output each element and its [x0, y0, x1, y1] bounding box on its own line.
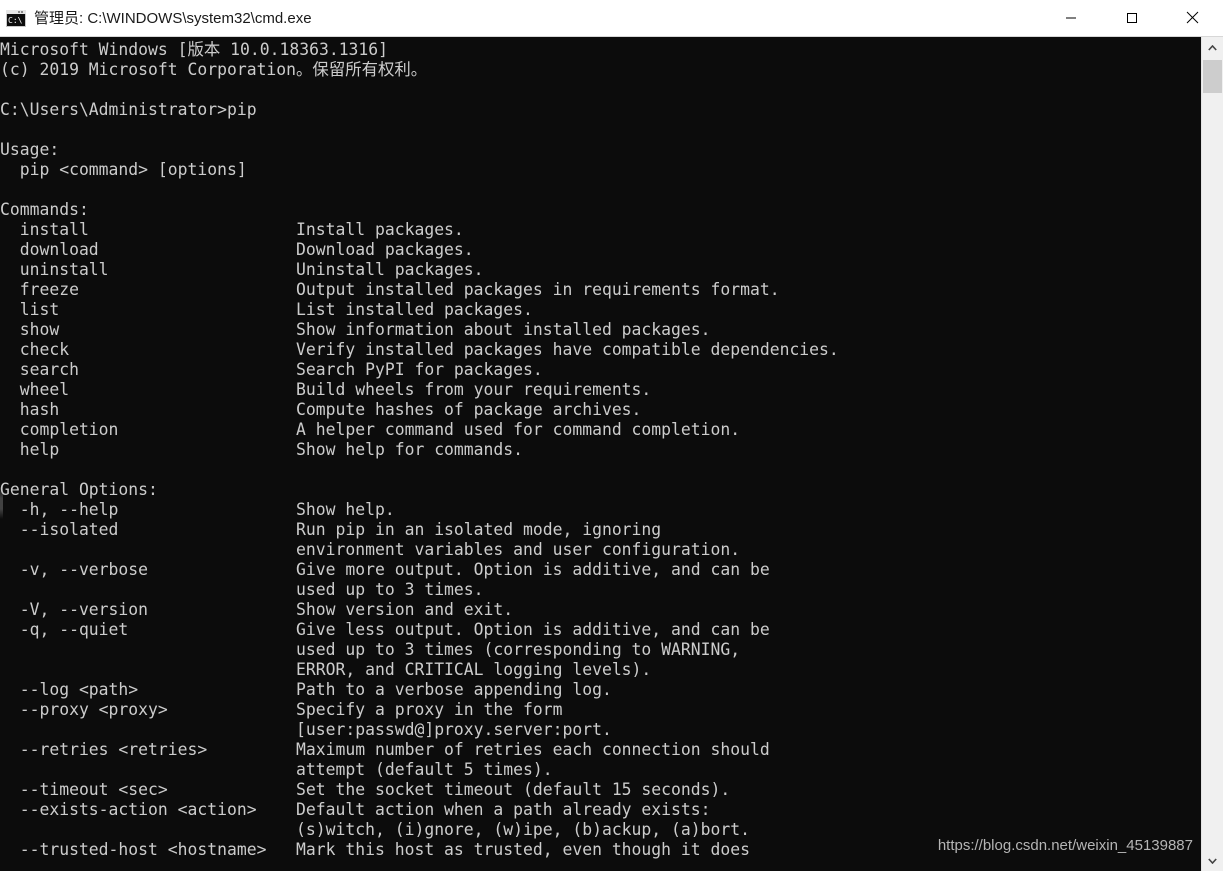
scrollbar-thumb[interactable]	[1203, 60, 1222, 93]
console-text: Microsoft Windows [版本 10.0.18363.1316] (…	[0, 40, 839, 859]
cmd-window: C:\ 管理员: C:\WINDOWS\system32\cmd.exe Mic…	[0, 0, 1223, 871]
window-title: 管理员: C:\WINDOWS\system32\cmd.exe	[34, 9, 312, 27]
scrollbar-track[interactable]	[1202, 58, 1223, 850]
title-bar-left: C:\ 管理员: C:\WINDOWS\system32\cmd.exe	[0, 9, 1040, 27]
close-button[interactable]	[1162, 0, 1223, 36]
scroll-up-arrow-icon[interactable]	[1202, 37, 1223, 58]
title-bar[interactable]: C:\ 管理员: C:\WINDOWS\system32\cmd.exe	[0, 0, 1223, 37]
window-controls	[1040, 0, 1223, 37]
maximize-button[interactable]	[1101, 0, 1162, 36]
svg-text:C:\: C:\	[8, 16, 23, 25]
console-output-area[interactable]: Microsoft Windows [版本 10.0.18363.1316] (…	[0, 37, 1201, 871]
cmd-icon: C:\	[6, 9, 26, 27]
vertical-scrollbar[interactable]	[1201, 37, 1223, 871]
minimize-button[interactable]	[1040, 0, 1101, 36]
scroll-down-arrow-icon[interactable]	[1202, 850, 1223, 871]
